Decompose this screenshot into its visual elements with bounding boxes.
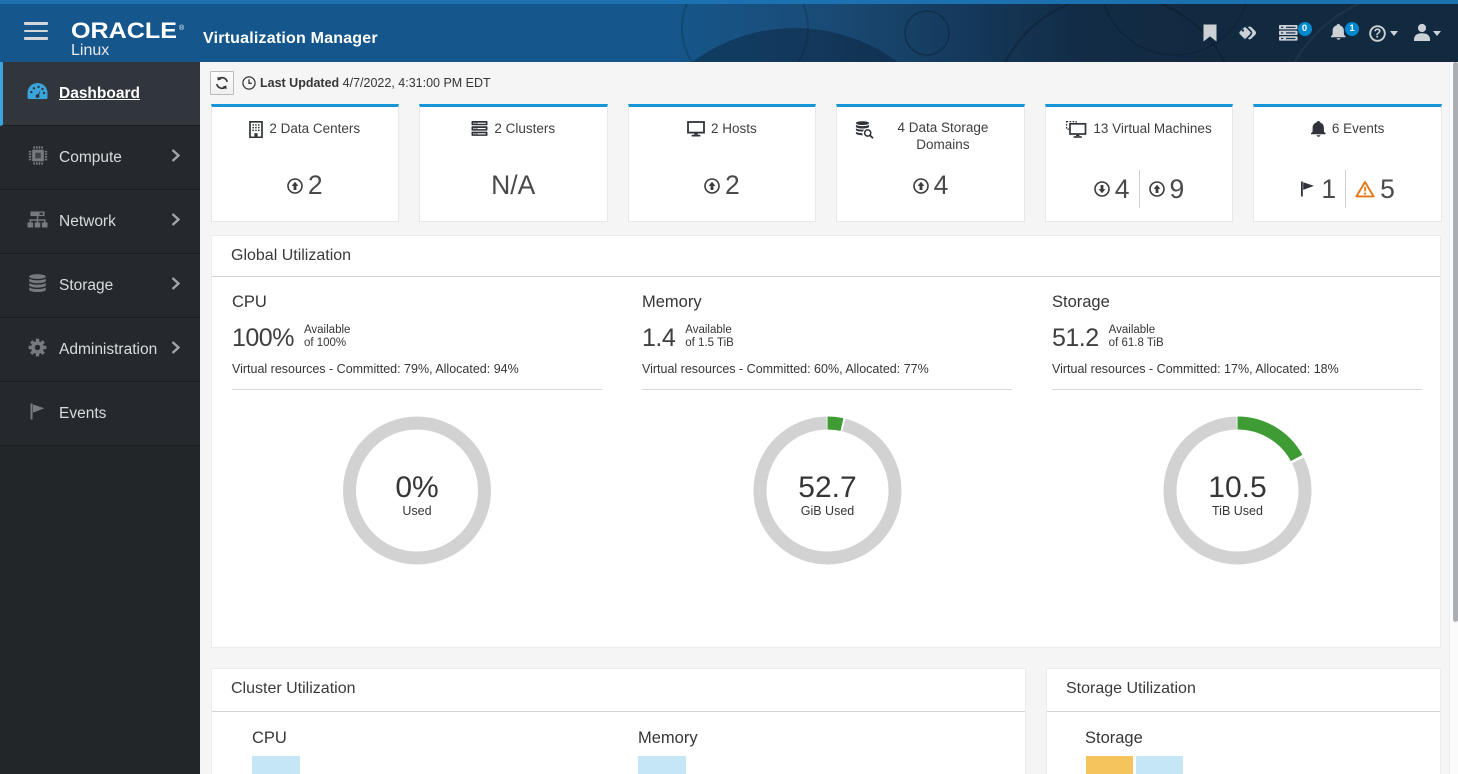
svg-text:®: ® (179, 24, 185, 32)
svg-text:ORACLE: ORACLE (71, 19, 177, 39)
svg-text:?: ? (1374, 27, 1382, 41)
